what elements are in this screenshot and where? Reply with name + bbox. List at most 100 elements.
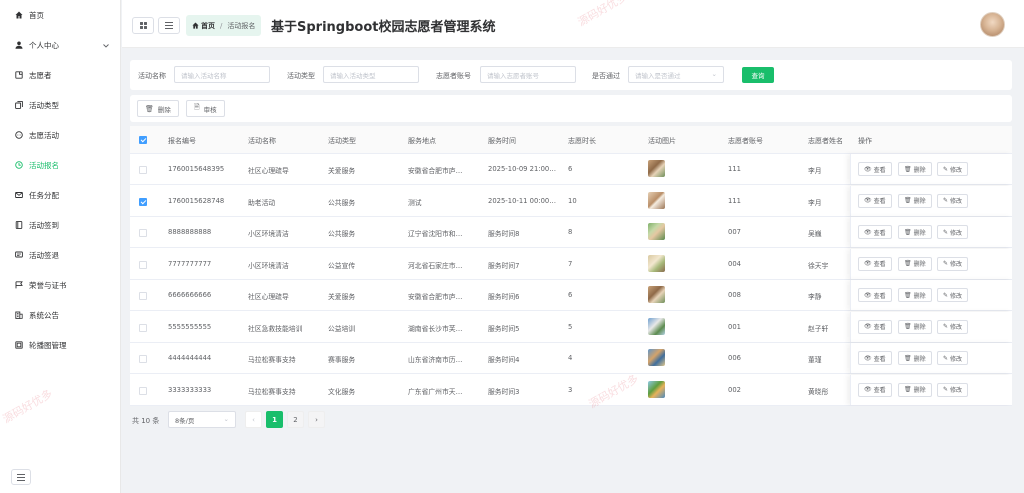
select-all-checkbox[interactable] — [139, 136, 147, 144]
prev-page-button[interactable]: ‹ — [245, 411, 262, 428]
table-row[interactable]: 3333333333 马拉松赛事支持 文化服务 广东省广州市天… 服务时间3 3 002 黄晓… — [130, 374, 1012, 406]
table-row[interactable]: 1760015628748 助老活动 公共服务 测试 2025-10-11 00:00…… — [130, 185, 1012, 217]
edit-button[interactable]: ✎ 修改 — [937, 382, 969, 397]
cell-id: 5555555555 — [168, 322, 212, 331]
page-2-button[interactable]: 2 — [287, 411, 304, 428]
sidebar-item[interactable]: 志愿活动 — [0, 120, 121, 150]
row-checkbox[interactable] — [139, 260, 147, 269]
activity-name-input[interactable]: 请输入活动名称 — [174, 66, 270, 83]
clock-icon — [15, 161, 23, 169]
sidebar-item[interactable]: 任务分配 — [0, 180, 121, 210]
delete-button[interactable]: 🗑 删除 — [898, 193, 932, 208]
eye-icon: 👁 — [864, 228, 872, 236]
next-page-button[interactable]: › — [308, 411, 325, 428]
sidebar-item[interactable]: 活动签退 — [0, 240, 121, 270]
cell-time: 服务时间3 — [488, 387, 520, 396]
view-button[interactable]: 👁 查看 — [858, 319, 892, 334]
row-checkbox[interactable] — [139, 323, 147, 332]
batch-delete-button[interactable]: 🗑 删除 — [137, 100, 179, 117]
sidebar-item[interactable]: 个人中心 — [0, 30, 121, 60]
sidebar-item[interactable]: 活动类型 — [0, 90, 121, 120]
table-row[interactable]: 7777777777 小区环境清洁 公益宣传 河北省石家庄市… 服务时间7 7 004 徐天宇… — [130, 248, 1012, 280]
activity-thumbnail[interactable] — [648, 254, 665, 272]
cell-id: 1760015628748 — [168, 196, 225, 205]
collapse-sidebar-button[interactable] — [11, 469, 31, 485]
delete-button[interactable]: 🗑 删除 — [898, 225, 932, 239]
edit-button[interactable]: ✎ 修改 — [937, 319, 969, 334]
sidebar-item[interactable]: 首页 — [0, 0, 121, 30]
activity-type-label: 活动类型 — [287, 72, 315, 80]
page-size-select[interactable]: 8条/页 ⌄ — [168, 411, 236, 428]
delete-button[interactable]: 🗑 删除 — [898, 162, 932, 176]
book-icon — [15, 221, 23, 229]
cell-hours: 6 — [568, 165, 573, 173]
view-button[interactable]: 👁 查看 — [858, 382, 892, 397]
activity-thumbnail[interactable] — [648, 286, 665, 303]
breadcrumb-home[interactable]: 首页 — [201, 21, 215, 31]
approved-select[interactable]: 请输入是否通过 ⌄ — [628, 66, 724, 83]
table-row[interactable]: 1760015648395 社区心理疏导 关爱服务 安徽省合肥市庐… 2025-10-0… — [130, 154, 1012, 185]
row-checkbox[interactable] — [139, 197, 147, 206]
query-button[interactable]: 查询 — [742, 67, 774, 83]
delete-button-label: 删除 — [913, 387, 926, 394]
activity-thumbnail[interactable] — [648, 380, 665, 398]
page-1-button[interactable]: 1 — [266, 411, 283, 428]
view-button[interactable]: 👁 查看 — [858, 351, 892, 365]
delete-button[interactable]: 🗑 删除 — [898, 256, 932, 271]
table-row[interactable]: 5555555555 社区急救技能培训 公益培训 湖南省长沙市芙… 服务时间5 5 001 赵… — [130, 311, 1012, 343]
row-checkbox[interactable] — [139, 229, 147, 237]
edit-button[interactable]: ✎ 修改 — [937, 225, 969, 239]
activity-thumbnail[interactable] — [648, 349, 665, 366]
row-checkbox[interactable] — [139, 355, 147, 363]
cell-hours: 6 — [568, 291, 573, 299]
sidebar-item[interactable]: 轮播图管理 — [0, 330, 121, 360]
activity-thumbnail[interactable] — [648, 191, 665, 209]
cell-name: 小区环境清洁 — [248, 230, 289, 238]
cell-hours: 10 — [568, 196, 577, 205]
row-checkbox[interactable] — [139, 292, 147, 300]
sidebar-item[interactable]: 活动报名 — [0, 150, 121, 180]
row-checkbox[interactable] — [139, 386, 147, 395]
trash-icon: 🗑 — [904, 323, 912, 330]
table-row[interactable]: 6666666666 社区心理疏导 关爱服务 安徽省合肥市庐… 服务时间6 6 008 李静 👁… — [130, 280, 1012, 311]
delete-button[interactable]: 🗑 删除 — [898, 351, 932, 365]
delete-button[interactable]: 🗑 删除 — [898, 288, 932, 302]
view-button[interactable]: 👁 查看 — [858, 225, 892, 239]
cell-hours: 8 — [568, 228, 573, 236]
sidebar-item[interactable]: 活动签到 — [0, 210, 121, 240]
edit-button[interactable]: ✎ 修改 — [937, 162, 969, 176]
table-row[interactable]: 4444444444 马拉松赛事支持 赛事服务 山东省济南市历… 服务时间4 4 006 董瑾… — [130, 343, 1012, 374]
activity-type-input[interactable]: 请输入活动类型 — [323, 66, 419, 83]
activity-thumbnail[interactable] — [648, 317, 665, 335]
sidebar-item[interactable]: 系统公告 — [0, 300, 121, 330]
sidebar-item[interactable]: 志愿者 — [0, 60, 121, 90]
avatar[interactable] — [980, 12, 1005, 37]
review-button[interactable]: 🗎 审核 — [186, 100, 225, 117]
edit-button[interactable]: ✎ 修改 — [937, 288, 969, 302]
view-button-label: 查看 — [873, 292, 886, 300]
cell-person: 李月 — [808, 198, 822, 207]
volunteer-account-input[interactable]: 请输入志愿者账号 — [480, 66, 576, 83]
edit-button[interactable]: ✎ 修改 — [937, 351, 969, 365]
activity-thumbnail[interactable] — [648, 160, 665, 177]
grid-view-button[interactable] — [132, 17, 154, 34]
sidebar-item-label: 志愿者 — [29, 70, 52, 80]
view-button[interactable]: 👁 查看 — [858, 193, 892, 208]
cell-place: 广东省广州市天… — [408, 387, 463, 396]
edit-button[interactable]: ✎ 修改 — [937, 193, 969, 208]
view-button[interactable]: 👁 查看 — [858, 256, 892, 271]
view-button[interactable]: 👁 查看 — [858, 288, 892, 302]
view-button[interactable]: 👁 查看 — [858, 162, 892, 176]
cell-account: 006 — [728, 354, 741, 362]
table-row[interactable]: 8888888888 小区环境清洁 公共服务 辽宁省沈阳市和… 服务时间8 8 007 吴巍 👁… — [130, 217, 1012, 248]
row-checkbox[interactable] — [139, 166, 147, 174]
view-button-label: 查看 — [873, 261, 886, 268]
delete-button[interactable]: 🗑 删除 — [898, 319, 932, 334]
row-operations: 👁 查看 🗑 删除 ✎ 修改 — [850, 154, 1012, 184]
edit-button[interactable]: ✎ 修改 — [937, 256, 969, 271]
sidebar-item[interactable]: 荣誉与证书 — [0, 270, 121, 300]
toggle-menu-button[interactable] — [158, 17, 180, 34]
activity-thumbnail[interactable] — [648, 223, 665, 240]
delete-button[interactable]: 🗑 删除 — [898, 382, 932, 397]
delete-button-label: 删除 — [913, 292, 926, 300]
